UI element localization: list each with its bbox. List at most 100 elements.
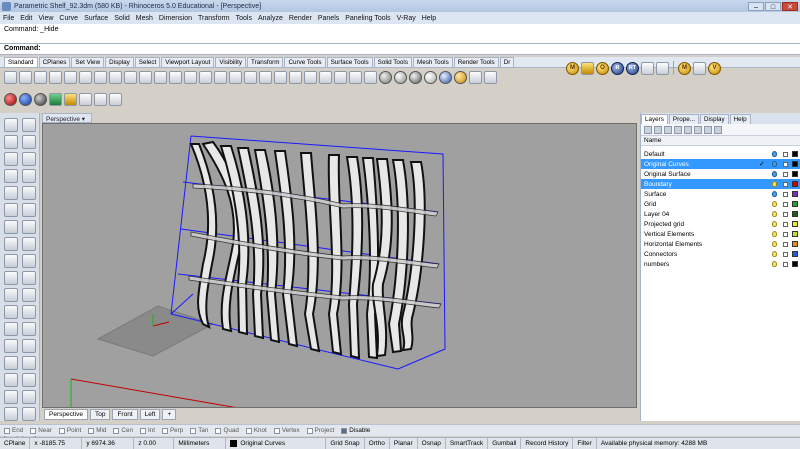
- open-file-icon[interactable]: [19, 70, 32, 84]
- ellipse-icon[interactable]: [4, 186, 18, 200]
- explode-icon[interactable]: [4, 322, 18, 336]
- lightbulb-icon[interactable]: [772, 251, 777, 257]
- zoom-extents-icon[interactable]: [199, 70, 212, 84]
- osnap-cen[interactable]: Cen: [113, 427, 133, 434]
- texture-sphere-icon[interactable]: [34, 92, 47, 106]
- checkbox[interactable]: [215, 427, 222, 434]
- ortho-button[interactable]: Ortho: [365, 438, 390, 449]
- copy-object-icon[interactable]: [304, 70, 317, 84]
- import-icon[interactable]: [64, 70, 77, 84]
- menu-render[interactable]: Render: [289, 15, 312, 22]
- tab-cplanes[interactable]: CPlanes: [38, 57, 71, 67]
- maximize-viewport-icon[interactable]: [259, 70, 272, 84]
- viewport-tab-top[interactable]: Top: [89, 408, 111, 420]
- pan-hand-icon[interactable]: [139, 70, 152, 84]
- osnap-project[interactable]: Project: [306, 427, 334, 434]
- menu-tools[interactable]: Tools: [236, 15, 252, 22]
- record-history-button[interactable]: Record History: [521, 438, 574, 449]
- tab-mesh-tools[interactable]: Mesh Tools: [412, 57, 453, 67]
- vray-sun-icon[interactable]: [641, 61, 654, 75]
- viewport-tab-left[interactable]: Left: [139, 408, 161, 420]
- undo-icon[interactable]: [124, 70, 137, 84]
- analyze-icon[interactable]: [22, 373, 36, 387]
- wireframe-sphere-icon[interactable]: [379, 70, 392, 84]
- layer-row[interactable]: Connectors: [641, 249, 800, 259]
- grid-icon[interactable]: [289, 70, 302, 84]
- unlock-icon[interactable]: [783, 241, 788, 247]
- checkbox[interactable]: [190, 427, 197, 434]
- checkbox[interactable]: [88, 427, 95, 434]
- polygon-icon[interactable]: [4, 203, 18, 217]
- layer-color-swatch[interactable]: [792, 231, 798, 237]
- unlock-icon[interactable]: [783, 151, 788, 157]
- tab-drafting[interactable]: Dr: [499, 57, 515, 67]
- unlock-icon[interactable]: [783, 261, 788, 267]
- new-file-icon[interactable]: [4, 70, 17, 84]
- render-settings-icon[interactable]: [79, 92, 92, 106]
- point-icon[interactable]: [22, 118, 36, 132]
- smarttrack-button[interactable]: SmartTrack: [446, 438, 489, 449]
- panel-tab-properties[interactable]: Prope...: [668, 114, 699, 124]
- new-sublayer-icon[interactable]: [654, 125, 662, 134]
- unlock-icon[interactable]: [783, 191, 788, 197]
- join-icon[interactable]: [22, 305, 36, 319]
- viewport-tab-front[interactable]: Front: [112, 408, 138, 420]
- menu-mesh[interactable]: Mesh: [136, 15, 153, 22]
- vray-material-editor-icon[interactable]: [566, 61, 579, 75]
- ungroup-icon[interactable]: [22, 390, 36, 404]
- layer-row[interactable]: Layer 04: [641, 209, 800, 219]
- checkbox[interactable]: [113, 427, 120, 434]
- layer-row[interactable]: Original Curves ✓: [641, 159, 800, 169]
- vray-dome-icon[interactable]: [656, 61, 669, 75]
- checkbox[interactable]: [4, 427, 10, 434]
- new-layer-icon[interactable]: [644, 125, 652, 134]
- unlock-icon[interactable]: [783, 231, 788, 237]
- lock-icon[interactable]: [349, 70, 362, 84]
- menu-curve[interactable]: Curve: [59, 15, 78, 22]
- lightbulb-icon[interactable]: [772, 221, 777, 227]
- checkbox[interactable]: [30, 427, 37, 434]
- tab-select[interactable]: Select: [134, 57, 161, 67]
- osnap-disable[interactable]: Disable: [341, 427, 370, 434]
- unlock-icon[interactable]: [783, 221, 788, 227]
- save-icon[interactable]: [34, 70, 47, 84]
- polyline-icon[interactable]: [22, 135, 36, 149]
- layer-row[interactable]: numbers: [641, 259, 800, 269]
- menu-edit[interactable]: Edit: [20, 15, 32, 22]
- sphere-solid-icon[interactable]: [4, 254, 18, 268]
- panel-tab-help[interactable]: Help: [729, 114, 751, 124]
- lightbulb-icon[interactable]: [772, 171, 777, 177]
- light-icon[interactable]: [109, 92, 122, 106]
- osnap-button[interactable]: Osnap: [418, 438, 446, 449]
- lightbulb-icon[interactable]: [772, 161, 777, 167]
- menu-file[interactable]: File: [3, 15, 14, 22]
- gumball-button[interactable]: Gumball: [488, 438, 522, 449]
- options-icon[interactable]: [484, 70, 497, 84]
- minimize-button[interactable]: –: [748, 1, 764, 11]
- viewport-tab-perspective[interactable]: Perspective: [44, 408, 88, 420]
- delete-layer-icon[interactable]: [664, 125, 672, 134]
- menu-solid[interactable]: Solid: [114, 15, 130, 22]
- add-viewport-button[interactable]: +: [162, 408, 177, 420]
- tab-curve-tools[interactable]: Curve Tools: [284, 57, 326, 67]
- interp-curve-icon[interactable]: [22, 152, 36, 166]
- vray-light-icon[interactable]: [581, 61, 594, 75]
- filter-button[interactable]: Filter: [573, 438, 597, 449]
- planar-button[interactable]: Planar: [390, 438, 418, 449]
- control-points-icon[interactable]: [4, 373, 18, 387]
- zoom-icon[interactable]: [169, 70, 182, 84]
- layer-color-swatch[interactable]: [792, 241, 798, 247]
- move-out-icon[interactable]: [694, 125, 702, 134]
- unlock-icon[interactable]: [783, 251, 788, 257]
- current-layer[interactable]: Original Curves: [226, 438, 327, 449]
- tab-display[interactable]: Display: [105, 57, 134, 67]
- vray-rt-icon[interactable]: [626, 61, 639, 75]
- checkbox[interactable]: [58, 427, 65, 434]
- boolean-icon[interactable]: [22, 254, 36, 268]
- box-solid-icon[interactable]: [22, 237, 36, 251]
- undo-view-icon[interactable]: [229, 70, 242, 84]
- osnap-point[interactable]: Point: [58, 427, 81, 434]
- text-icon[interactable]: [22, 271, 36, 285]
- perspective-viewport[interactable]: [42, 123, 637, 408]
- lightbulb-icon[interactable]: [772, 261, 777, 267]
